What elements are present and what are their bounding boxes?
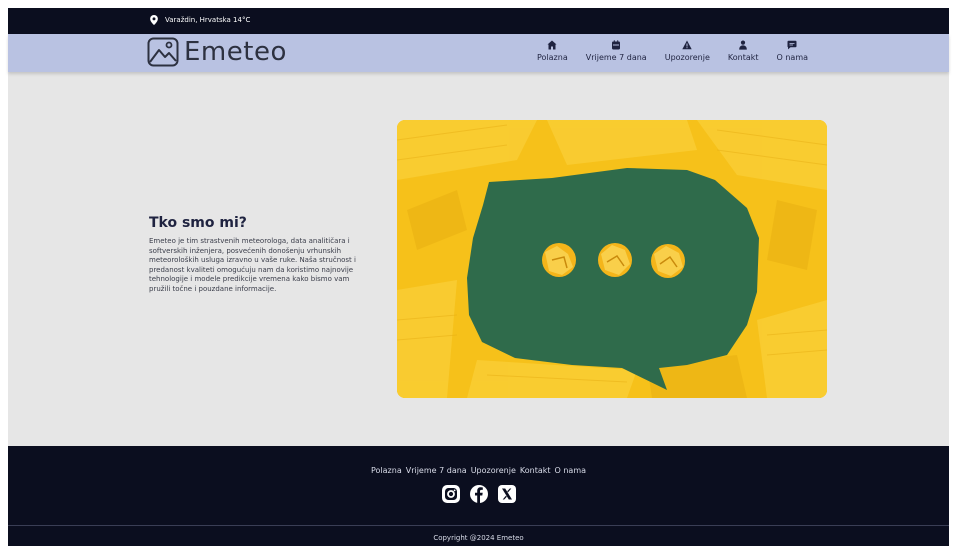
location-pin-icon: [150, 15, 158, 25]
paper-ball-left: [542, 243, 576, 277]
home-icon: [547, 40, 557, 50]
about-section: Tko smo mi? Emeteo je tim strastvenih me…: [8, 72, 949, 446]
chat-icon: [787, 40, 797, 50]
nav-label: Kontakt: [727, 53, 759, 62]
page: Varaždin, Hrvatska 14°C Emeteo Polazna V…: [8, 8, 949, 546]
about-paragraph: Emeteo je tim strastvenih meteorologa, d…: [149, 237, 356, 293]
paper-ball-middle: [598, 243, 632, 277]
top-info-bar: Varaždin, Hrvatska 14°C: [8, 8, 949, 34]
paper-balls-speech-bubble-image: [397, 120, 827, 398]
about-title: Tko smo mi?: [149, 215, 247, 231]
footer-link-kontakt[interactable]: Kontakt: [520, 466, 551, 475]
nav-item-o-nama[interactable]: O nama: [768, 40, 818, 62]
instagram-icon[interactable]: [441, 484, 461, 504]
footer-divider: [8, 525, 949, 526]
calendar-icon: [612, 40, 621, 50]
social-links: [8, 484, 949, 504]
brand-logo[interactable]: Emeteo: [147, 37, 287, 67]
about-text-block: Tko smo mi? Emeteo je tim strastvenih me…: [149, 215, 369, 294]
person-icon: [739, 40, 748, 50]
x-icon[interactable]: [497, 484, 517, 504]
nav-label: Polazna: [537, 53, 568, 62]
location-text: Varaždin, Hrvatska 14°C: [165, 16, 251, 24]
warning-icon: [682, 40, 692, 50]
mountain-photo-logo: [147, 37, 179, 67]
nav-label: Vrijeme 7 dana: [585, 53, 647, 62]
footer-link-polazna[interactable]: Polazna: [371, 466, 402, 475]
paper-ball-right: [651, 244, 685, 278]
site-footer: Polazna Vrijeme 7 dana Upozorenje Kontak…: [8, 446, 949, 546]
footer-link-vrijeme-7-dana[interactable]: Vrijeme 7 dana: [406, 466, 467, 475]
nav-item-upozorenje[interactable]: Upozorenje: [656, 40, 719, 62]
facebook-icon[interactable]: [469, 484, 489, 504]
location-weather: Varaždin, Hrvatska 14°C: [150, 15, 250, 25]
speech-bubble-photo: [397, 120, 827, 398]
nav-item-vrijeme-7-dana[interactable]: Vrijeme 7 dana: [577, 40, 656, 62]
nav-item-polazna[interactable]: Polazna: [528, 40, 577, 62]
brand-name: Emeteo: [184, 37, 287, 67]
footer-link-o-nama[interactable]: O nama: [555, 466, 587, 475]
footer-link-upozorenje[interactable]: Upozorenje: [471, 466, 516, 475]
nav-label: O nama: [776, 53, 809, 62]
footer-links: Polazna Vrijeme 7 dana Upozorenje Kontak…: [8, 466, 949, 475]
nav-label: Upozorenje: [664, 53, 710, 62]
nav-item-kontakt[interactable]: Kontakt: [719, 40, 768, 62]
nav-menu: Polazna Vrijeme 7 dana Upozorenje Kontak…: [528, 40, 817, 62]
copyright-text: Copyright @2024 Emeteo: [433, 534, 524, 542]
main-navbar: Emeteo Polazna Vrijeme 7 dana Upozorenje…: [8, 34, 949, 72]
